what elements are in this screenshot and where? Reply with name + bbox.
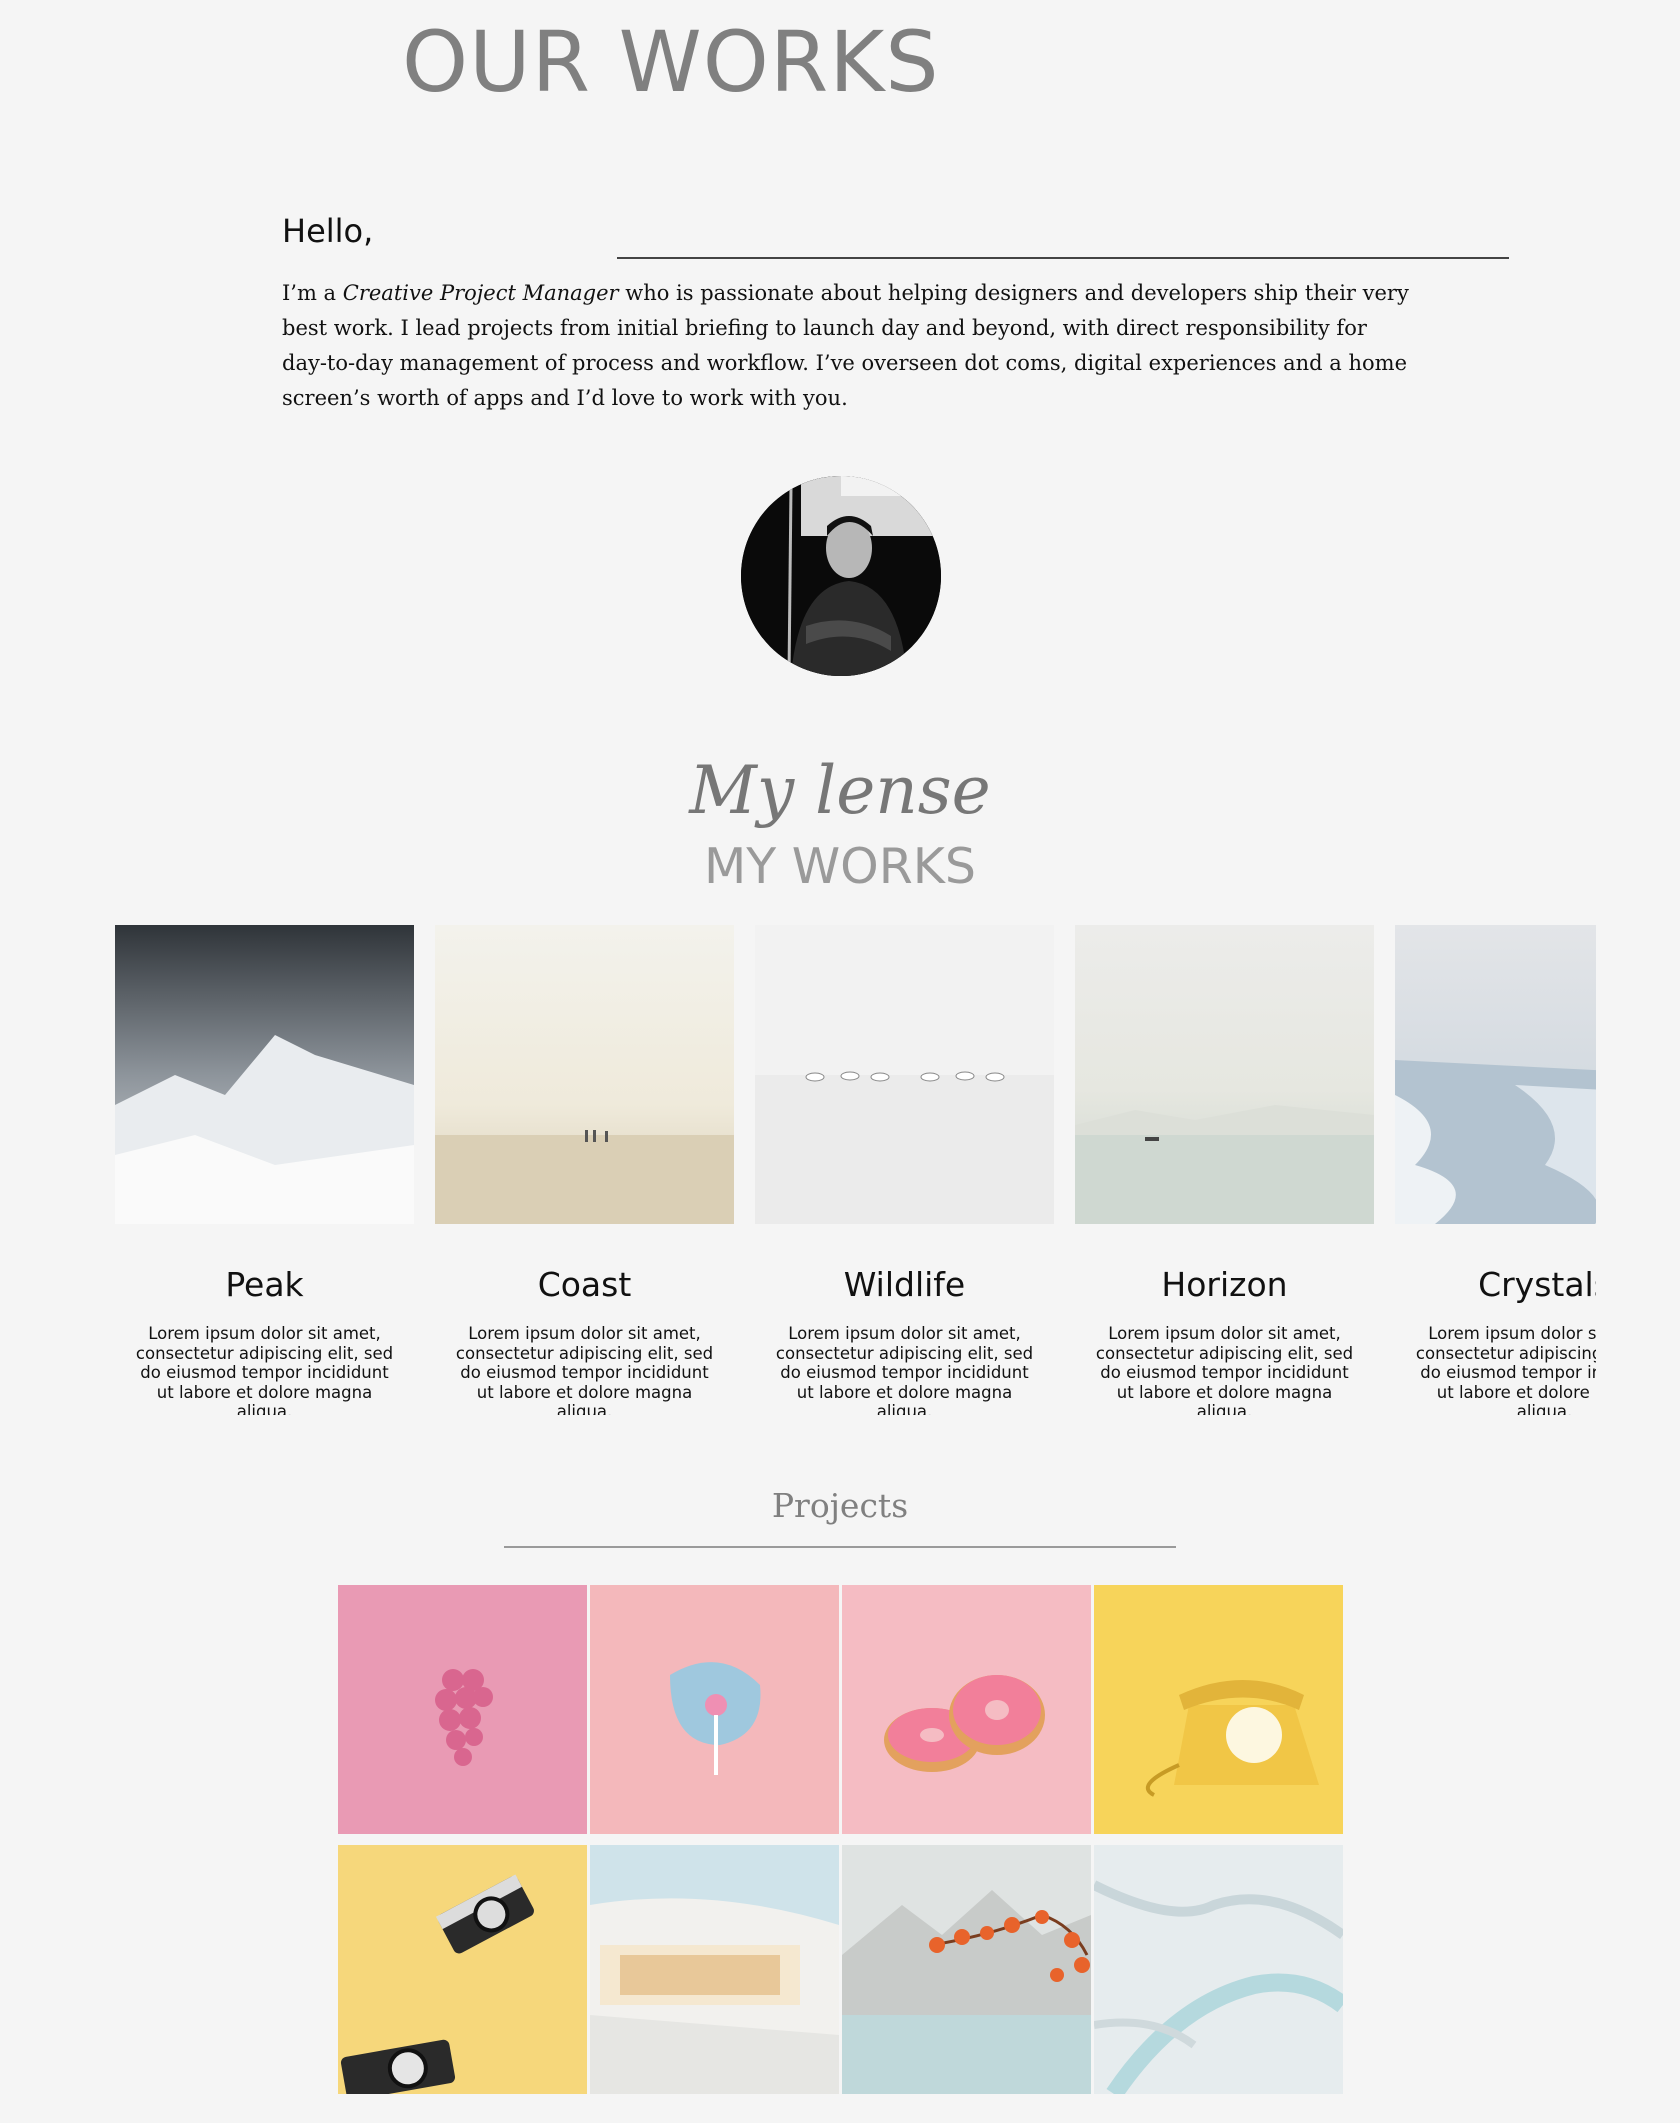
projects-grid xyxy=(338,1585,1344,2095)
work-title: Peak xyxy=(225,1265,304,1304)
project-tile[interactable] xyxy=(338,1585,587,1834)
avatar xyxy=(741,476,941,676)
divider xyxy=(504,1546,1176,1548)
work-description: Lorem ipsum dolor sit amet, consectetur … xyxy=(1415,1324,1596,1415)
intro-paragraph: I’m a Creative Project Manager who is pa… xyxy=(282,276,1412,416)
work-description: Lorem ipsum dolor sit amet, consectetur … xyxy=(135,1324,394,1415)
orange-berries-mountains-photo xyxy=(842,1845,1091,2094)
work-title: Crystals xyxy=(1478,1265,1596,1304)
work-card[interactable]: Peak Lorem ipsum dolor sit amet, consect… xyxy=(115,925,414,1415)
work-description: Lorem ipsum dolor sit amet, consectetur … xyxy=(455,1324,714,1415)
work-card[interactable]: Horizon Lorem ipsum dolor sit amet, cons… xyxy=(1075,925,1374,1415)
work-card[interactable]: Wildlife Lorem ipsum dolor sit amet, con… xyxy=(755,925,1054,1415)
intro-role: Creative Project Manager xyxy=(342,281,619,305)
swans-on-ice-photo xyxy=(755,925,1054,1224)
page-title: OUR WORKS xyxy=(402,13,940,111)
project-tile[interactable] xyxy=(842,1845,1091,2094)
project-tile[interactable] xyxy=(590,1845,839,2094)
glacier-aerial-photo xyxy=(1094,1845,1343,2094)
script-heading: My lense xyxy=(689,752,991,829)
portrait-photo xyxy=(741,476,941,676)
work-description: Lorem ipsum dolor sit amet, consectetur … xyxy=(1095,1324,1354,1415)
project-tile[interactable] xyxy=(1094,1585,1343,1834)
donuts-photo xyxy=(842,1585,1091,1834)
intro-prefix: I’m a xyxy=(282,281,343,305)
project-tile[interactable] xyxy=(338,1845,587,2094)
section-heading: MY WORKS xyxy=(703,838,977,895)
yellow-telephone-photo xyxy=(1094,1585,1343,1834)
white-architecture-photo xyxy=(590,1845,839,2094)
greeting: Hello, xyxy=(282,212,374,250)
falling-cameras-photo xyxy=(338,1845,587,2094)
snowy-mountain-photo xyxy=(115,925,414,1224)
projects-heading: Projects xyxy=(771,1486,909,1525)
work-description: Lorem ipsum dolor sit amet, consectetur … xyxy=(775,1324,1034,1415)
project-tile[interactable] xyxy=(590,1585,839,1834)
frozen-shore-photo xyxy=(1395,925,1596,1224)
work-card[interactable]: Crystals Lorem ipsum dolor sit amet, con… xyxy=(1395,925,1596,1415)
divider xyxy=(617,257,1509,259)
beach-people-photo xyxy=(435,925,734,1224)
pink-grapes-photo xyxy=(338,1585,587,1834)
lollipop-plate-photo xyxy=(590,1585,839,1834)
work-title: Wildlife xyxy=(843,1265,966,1304)
project-tile[interactable] xyxy=(842,1585,1091,1834)
work-title: Coast xyxy=(537,1265,632,1304)
sea-boat-photo xyxy=(1075,925,1374,1224)
works-gallery: Peak Lorem ipsum dolor sit amet, consect… xyxy=(115,925,1596,1415)
work-card[interactable]: Coast Lorem ipsum dolor sit amet, consec… xyxy=(435,925,734,1415)
project-tile[interactable] xyxy=(1094,1845,1343,2094)
work-title: Horizon xyxy=(1161,1265,1288,1304)
